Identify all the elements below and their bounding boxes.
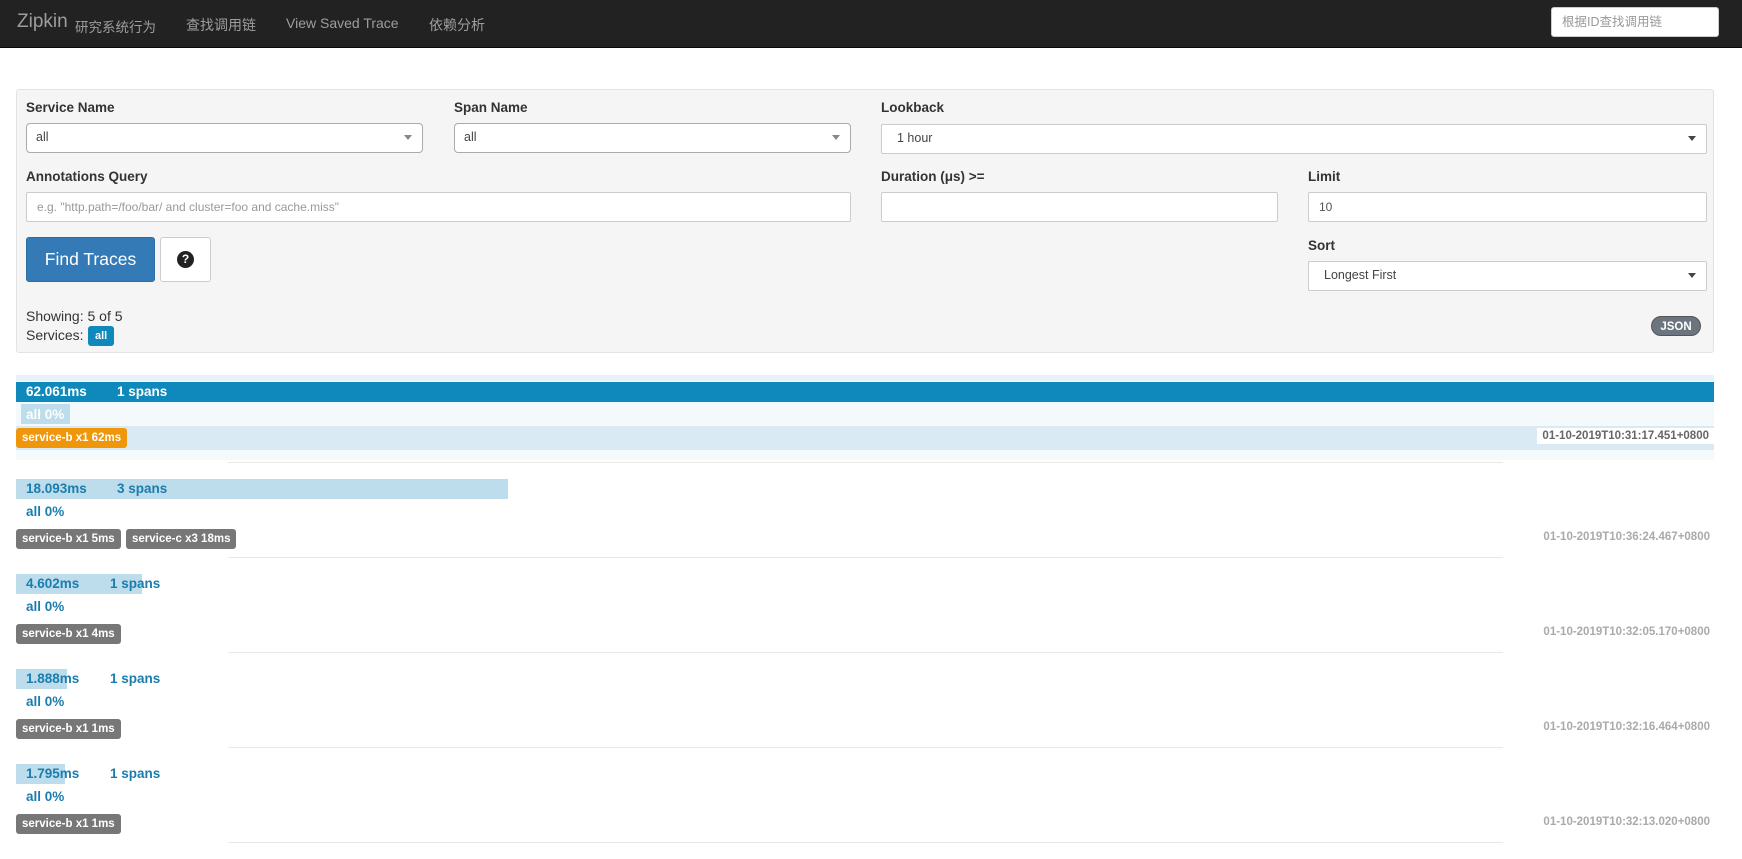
help-button[interactable]: ? [160, 237, 211, 282]
brand-logo[interactable]: Zipkin [17, 11, 68, 33]
trace-duration: 18.093ms [26, 481, 87, 496]
service-filter-badge[interactable]: all [88, 326, 115, 346]
limit-input[interactable] [1308, 192, 1707, 222]
services-label: Services: [26, 327, 84, 343]
chevron-down-icon [1688, 136, 1696, 141]
brand-tagline: 研究系统行为 [75, 20, 156, 35]
service-name-select[interactable]: all [26, 123, 423, 153]
trace-span-count: 1 spans [110, 766, 161, 781]
annotations-query-input[interactable] [26, 192, 851, 222]
limit-label: Limit [1308, 169, 1341, 184]
duration-bar [16, 382, 1714, 402]
service-name-value: all [36, 130, 49, 144]
trace-percent: all 0% [26, 599, 65, 614]
service-name-label: Service Name [26, 100, 115, 115]
trace-percent: all 0% [26, 504, 65, 519]
span-name-value: all [464, 130, 477, 144]
trace-services-row: service-b x1 62ms 01-10-2019T10:31:17.451… [16, 426, 1714, 450]
trace-percent: all 0% [26, 789, 65, 804]
trace-divider [228, 652, 1503, 653]
trace-row[interactable]: 18.093ms 3 spans all 0% service-b x1 5ms ser… [16, 475, 1714, 560]
service-badge[interactable]: service-b x1 1ms [16, 814, 121, 834]
sort-label: Sort [1308, 238, 1335, 253]
trace-duration: 4.602ms [26, 576, 80, 591]
duration-input[interactable] [881, 192, 1278, 222]
duration-bar [16, 479, 509, 499]
trace-percent: all 0% [26, 407, 65, 422]
search-panel: Service Name all Span Name all Lookback … [16, 89, 1714, 353]
trace-divider [228, 462, 1503, 463]
trace-services-row: service-b x1 4ms 01-10-2019T10:32:05.170+… [16, 622, 1714, 646]
trace-services-row: service-b x1 5ms service-c x3 18ms 01-10-2… [16, 527, 1714, 551]
nav-view-saved-trace[interactable]: View Saved Trace [286, 15, 399, 31]
trace-span-count: 3 spans [117, 481, 168, 496]
trace-timestamp: 01-10-2019T10:31:17.451+0800 [1537, 428, 1714, 444]
chevron-down-icon [832, 135, 840, 140]
json-button[interactable]: JSON [1651, 316, 1701, 336]
trace-services-row: service-b x1 1ms 01-10-2019T10:32:13.020+… [16, 812, 1714, 836]
sort-select[interactable]: Longest First [1308, 261, 1707, 291]
find-traces-button[interactable]: Find Traces [26, 237, 155, 282]
trace-divider [228, 747, 1503, 748]
trace-timestamp: 01-10-2019T10:32:13.020+0800 [1543, 816, 1710, 828]
trace-services-row: service-b x1 1ms 01-10-2019T10:32:16.464+… [16, 717, 1714, 741]
trace-row[interactable]: 1.795ms 1 spans all 0% service-b x1 1ms 01-1… [16, 760, 1714, 845]
service-badge[interactable]: service-b x1 1ms [16, 719, 121, 739]
lookback-value: 1 hour [897, 131, 933, 145]
span-name-select[interactable]: all [454, 123, 851, 153]
trace-percent: all 0% [26, 694, 65, 709]
chevron-down-icon [404, 135, 412, 140]
trace-span-count: 1 spans [110, 671, 161, 686]
annotations-query-label: Annotations Query [26, 169, 148, 184]
service-badge[interactable]: service-b x1 4ms [16, 624, 121, 644]
navbar: Zipkin 研究系统行为 查找调用链 View Saved Trace 依赖分… [0, 0, 1742, 48]
chevron-down-icon [1688, 273, 1696, 278]
trace-timestamp: 01-10-2019T10:36:24.467+0800 [1543, 531, 1710, 543]
trace-duration: 1.795ms [26, 766, 80, 781]
service-badge[interactable]: service-c x3 18ms [126, 529, 237, 549]
service-badge[interactable]: service-b x1 5ms [16, 529, 121, 549]
nav-dependencies[interactable]: 依赖分析 [429, 15, 485, 35]
trace-span-count: 1 spans [117, 384, 168, 399]
trace-span-count: 1 spans [110, 576, 161, 591]
trace-row[interactable]: 1.888ms 1 spans all 0% service-b x1 1ms 01-1… [16, 665, 1714, 750]
nav-find-traces[interactable]: 查找调用链 [186, 15, 256, 35]
showing-count: Showing: 5 of 5 [26, 308, 123, 324]
service-badge[interactable]: service-b x1 62ms [16, 428, 128, 448]
trace-divider [228, 842, 1503, 843]
trace-row[interactable]: 62.061ms 1 spans all 0% service-b x1 62ms 01… [16, 375, 1714, 460]
trace-row[interactable]: 4.602ms 1 spans all 0% service-b x1 4ms 01-1… [16, 570, 1714, 655]
trace-id-search-input[interactable] [1551, 7, 1719, 37]
lookback-select[interactable]: 1 hour [881, 124, 1707, 154]
question-circle-icon: ? [177, 251, 194, 268]
trace-timestamp: 01-10-2019T10:32:16.464+0800 [1543, 721, 1710, 733]
trace-divider [228, 557, 1503, 558]
trace-timestamp: 01-10-2019T10:32:05.170+0800 [1543, 626, 1710, 638]
sort-value: Longest First [1324, 268, 1397, 282]
duration-label: Duration (μs) >= [881, 169, 985, 184]
trace-duration: 1.888ms [26, 671, 80, 686]
span-name-label: Span Name [454, 100, 528, 115]
lookback-label: Lookback [881, 100, 945, 115]
trace-duration: 62.061ms [26, 384, 87, 399]
